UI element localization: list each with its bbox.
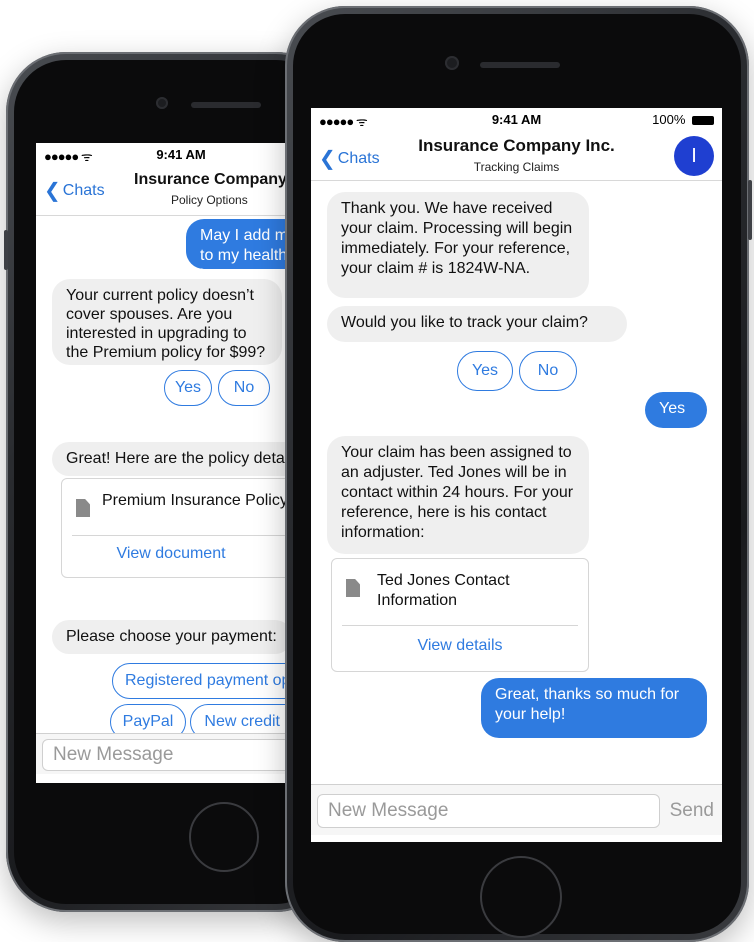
payment-registered-button[interactable]: Registered payment option <box>112 663 286 699</box>
incoming-message: Your claim has been assigned to an adjus… <box>327 436 589 554</box>
front-phone-speaker <box>480 62 560 68</box>
document-title: Premium Insurance Policy <box>102 492 286 509</box>
nav-subtitle: Policy Options <box>171 193 248 207</box>
back-label: Chats <box>62 182 105 199</box>
incoming-message: Great! Here are the policy details: <box>52 442 286 476</box>
back-phone-speaker <box>191 102 261 108</box>
quick-reply-no[interactable]: No <box>218 370 270 406</box>
status-bar: ●●●●● ᯤ 9:41 AM 100% <box>311 108 722 130</box>
message-input-bar: New Message Send <box>311 784 722 835</box>
outgoing-message: Yes <box>645 392 707 428</box>
contact-info-card[interactable]: Ted Jones Contact Information View detai… <box>331 558 589 672</box>
document-card[interactable]: Premium Insurance Policy View document <box>61 478 286 578</box>
avatar[interactable]: I <box>674 136 714 176</box>
front-phone-home-button[interactable] <box>480 856 562 938</box>
outgoing-message: Great, thanks so much for your help! <box>481 678 707 738</box>
nav-subtitle: Tracking Claims <box>473 160 560 174</box>
send-button[interactable]: Send <box>670 796 714 826</box>
outgoing-message: May I add my wife to my health insurance… <box>186 219 286 284</box>
back-phone-camera <box>156 97 168 109</box>
card-divider <box>342 625 578 626</box>
quick-reply-no[interactable]: No <box>519 351 577 391</box>
battery-icon <box>692 116 714 125</box>
incoming-message: Your current policy doesn’t cover spouse… <box>52 279 282 365</box>
front-phone-side-button <box>748 180 752 240</box>
message-input[interactable]: New Message <box>42 739 286 771</box>
document-icon <box>346 579 360 597</box>
incoming-message: Please choose your payment: <box>52 620 286 654</box>
back-phone-home-button[interactable] <box>189 802 259 872</box>
message-input[interactable]: New Message <box>317 794 660 828</box>
quick-reply-yes[interactable]: Yes <box>457 351 513 391</box>
nav-bar: ❮Chats Insurance Company Inc. Policy Opt… <box>36 165 286 216</box>
view-details-link[interactable]: View details <box>332 637 588 655</box>
front-phone-camera <box>445 56 459 70</box>
message-input-bar: New Message <box>36 733 286 774</box>
incoming-message: Thank you. We have received your claim. … <box>327 192 589 298</box>
view-document-link[interactable]: View document <box>42 545 286 563</box>
quick-reply-yes[interactable]: Yes <box>164 370 212 406</box>
contact-card-title: Ted Jones Contact Information <box>377 572 510 609</box>
status-bar: ●●●●● ᯤ 9:41 AM <box>36 143 286 165</box>
battery-status: 100% <box>652 112 714 127</box>
document-icon <box>76 499 90 517</box>
nav-title: Insurance Company Inc. <box>134 171 286 188</box>
back-phone-screen: ●●●●● ᯤ 9:41 AM ❮ Chats Insurance Company… <box>36 143 286 783</box>
battery-percent: 100% <box>652 112 686 127</box>
front-phone-screen: ●●●●● ᯤ 9:41 AM 100% ❮ Chats Insurance Co… <box>311 108 722 842</box>
chevron-left-icon: ❮ <box>44 180 61 202</box>
back-button[interactable]: ❮ Chats <box>44 178 105 203</box>
nav-title: Insurance Company Inc. <box>418 136 615 155</box>
back-phone-side-button <box>4 230 8 270</box>
incoming-message: Would you like to track your claim? <box>327 306 627 342</box>
card-divider <box>72 535 286 536</box>
nav-bar: ❮ Chats Insurance Company Inc. Tracking C… <box>311 130 722 181</box>
status-time: 9:41 AM <box>156 147 206 162</box>
